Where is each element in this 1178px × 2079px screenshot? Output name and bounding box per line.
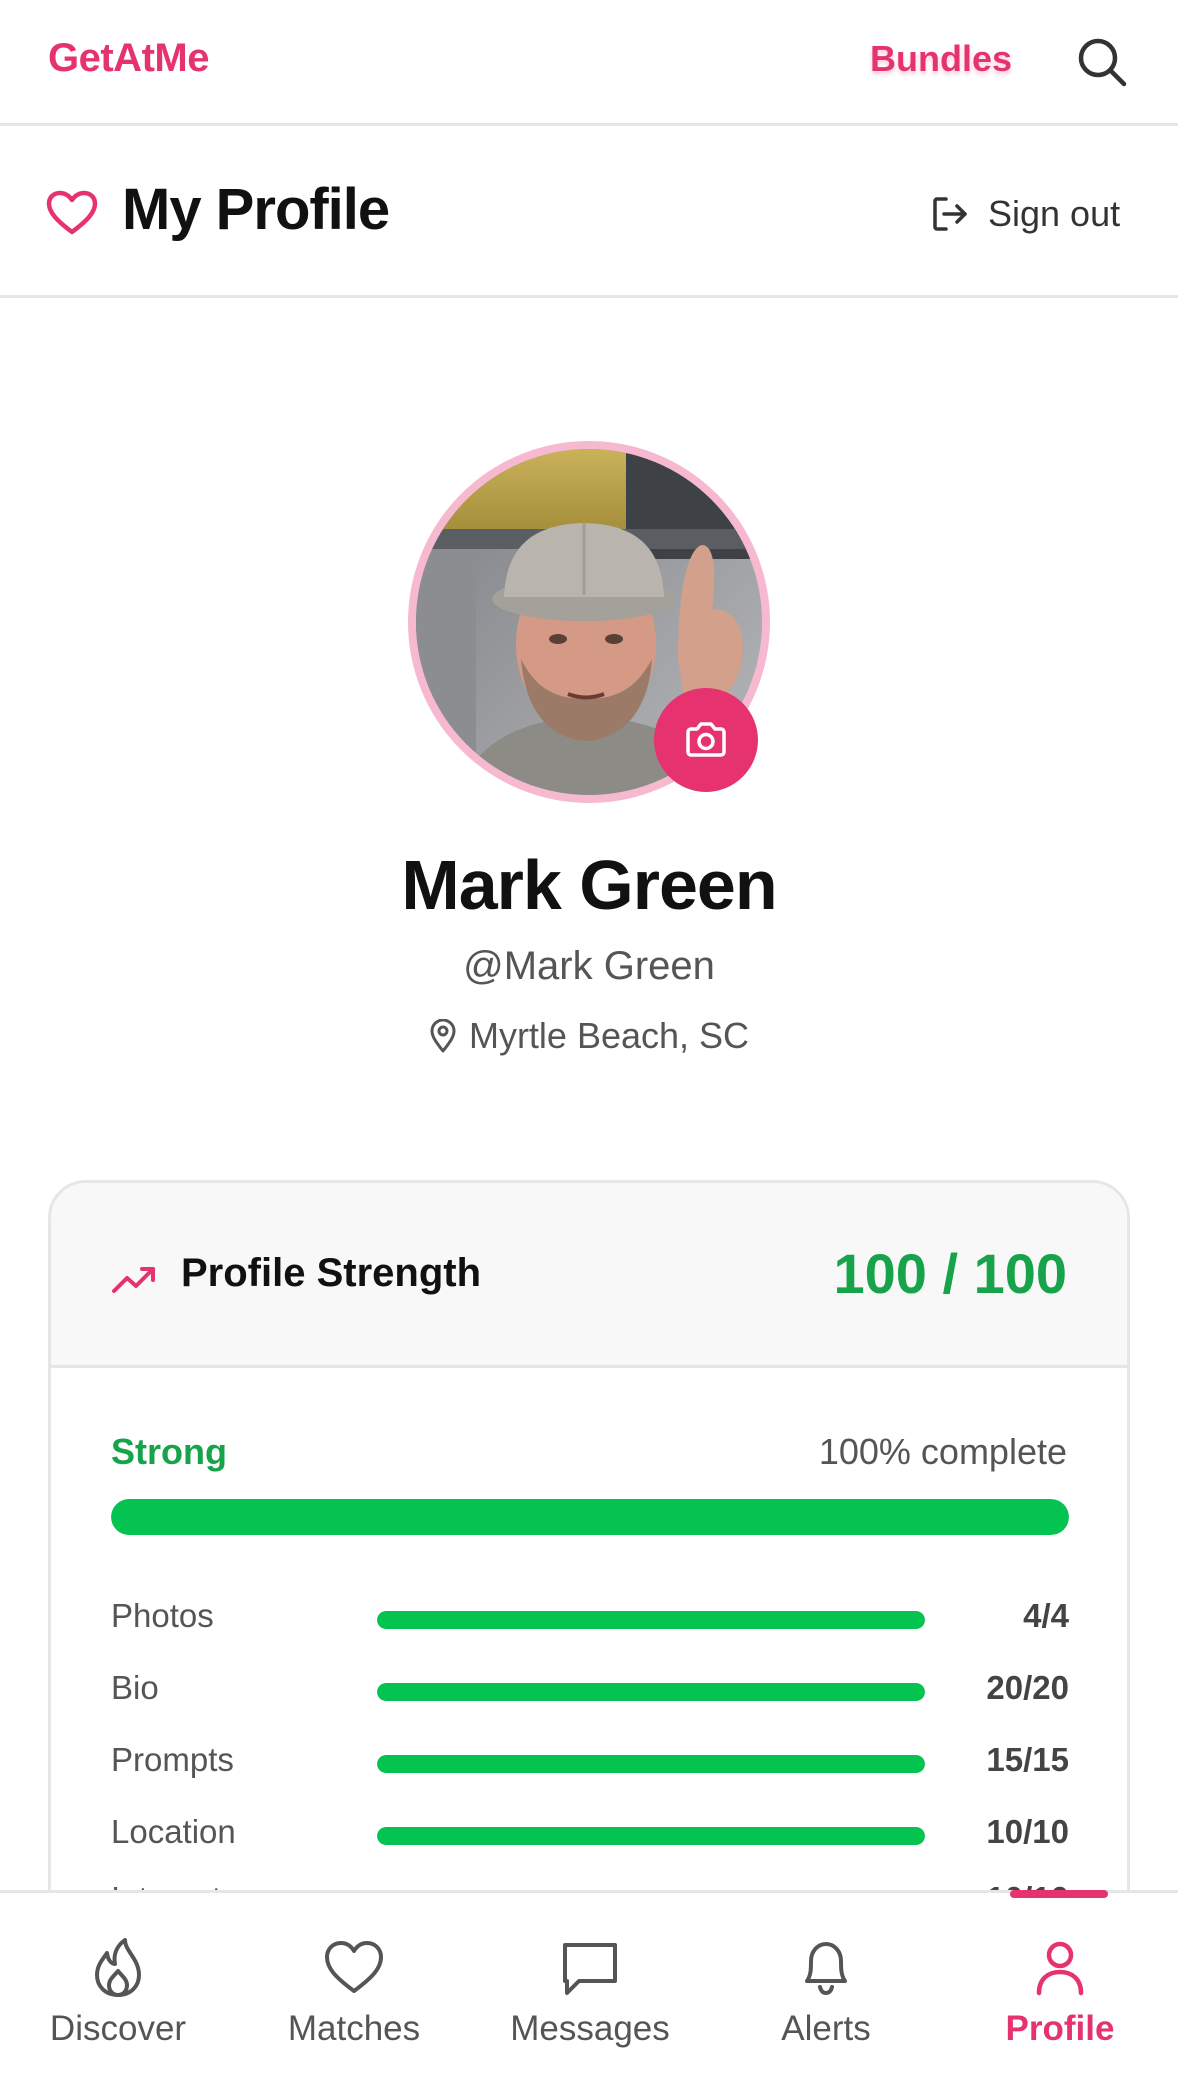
change-photo-button[interactable] <box>654 688 758 792</box>
nav-label: Discover <box>49 2009 187 2048</box>
strength-row-location: Location 10/10 <box>111 1813 1069 1857</box>
heart-icon <box>325 1941 383 1993</box>
search-button[interactable] <box>1074 34 1130 90</box>
page-title: My Profile <box>122 177 390 242</box>
strength-row-fill <box>377 1611 925 1629</box>
camera-icon <box>686 722 726 757</box>
nav-discover[interactable]: Discover <box>0 1893 236 2079</box>
strength-row-bar <box>377 1827 925 1845</box>
nav-matches[interactable]: Matches <box>236 1893 472 2079</box>
nav-label: Messages <box>510 2009 670 2048</box>
strength-row-label: Photos <box>111 1597 214 1634</box>
page-header: My Profile Sign out <box>0 126 1178 298</box>
strength-row-value: 4/4 <box>1023 1597 1069 1634</box>
message-icon <box>563 1943 617 1995</box>
profile-location: Myrtle Beach, SC <box>0 1015 1178 1057</box>
flame-icon <box>95 1938 141 1997</box>
search-icon <box>1078 38 1127 87</box>
completion-progress-bar <box>111 1499 1069 1535</box>
heart-icon <box>46 190 98 235</box>
strength-row-value: 10/10 <box>986 1813 1069 1850</box>
nav-alerts[interactable]: Alerts <box>708 1893 944 2079</box>
nav-label: Matches <box>287 2009 421 2048</box>
strength-row-bar <box>377 1683 925 1701</box>
profile-handle: @Mark Green <box>463 944 715 988</box>
nav-profile[interactable]: Profile <box>942 1893 1178 2079</box>
brand-logo[interactable]: GetAtMe <box>48 36 209 81</box>
user-icon <box>1036 1941 1084 1996</box>
strength-row-bar <box>377 1755 925 1773</box>
bundles-link[interactable]: Bundles <box>870 38 1012 80</box>
bell-icon <box>805 1942 847 1996</box>
profile-strength-header: Profile Strength 100 / 100 <box>51 1183 1127 1368</box>
nav-label: Profile <box>1005 2009 1115 2048</box>
location-pin-icon <box>430 1019 456 1053</box>
strength-row-value: 20/20 <box>986 1669 1069 1706</box>
nav-active-indicator <box>1010 1890 1108 1898</box>
top-bar: GetAtMe Bundles <box>0 0 1178 126</box>
profile-strength-card: Profile Strength 100 / 100 Strong 100% c… <box>48 1180 1130 1940</box>
nav-label: Alerts <box>781 2009 871 2048</box>
strength-row-label: Bio <box>111 1669 159 1706</box>
strength-row-bar <box>377 1611 925 1629</box>
completion-text: 100% complete <box>818 1431 1067 1472</box>
location-text: Myrtle Beach, SC <box>468 1015 750 1056</box>
sign-out-button[interactable]: Sign out <box>930 186 1120 242</box>
strength-row-fill <box>377 1755 925 1773</box>
strength-row-bio: Bio 20/20 <box>111 1669 1069 1713</box>
profile-strength-score: 100 / 100 <box>833 1242 1067 1305</box>
bottom-nav: Discover Matches Messages Alerts Profile <box>0 1890 1178 2079</box>
profile-strength-label: Profile Strength <box>181 1251 482 1295</box>
strength-level: Strong <box>111 1431 227 1472</box>
strength-row-fill <box>377 1683 925 1701</box>
sign-out-icon <box>933 197 967 231</box>
strength-row-value: 15/15 <box>986 1741 1069 1778</box>
trending-up-icon <box>112 1267 155 1293</box>
completion-progress-fill <box>111 1499 1069 1535</box>
strength-row-label: Location <box>111 1813 236 1850</box>
strength-row-prompts: Prompts 15/15 <box>111 1741 1069 1785</box>
sign-out-label: Sign out <box>988 193 1121 234</box>
strength-row-photos: Photos 4/4 <box>111 1597 1069 1641</box>
nav-messages[interactable]: Messages <box>472 1893 708 2079</box>
strength-row-fill <box>377 1827 925 1845</box>
profile-name: Mark Green <box>401 846 777 924</box>
strength-row-label: Prompts <box>111 1741 234 1778</box>
